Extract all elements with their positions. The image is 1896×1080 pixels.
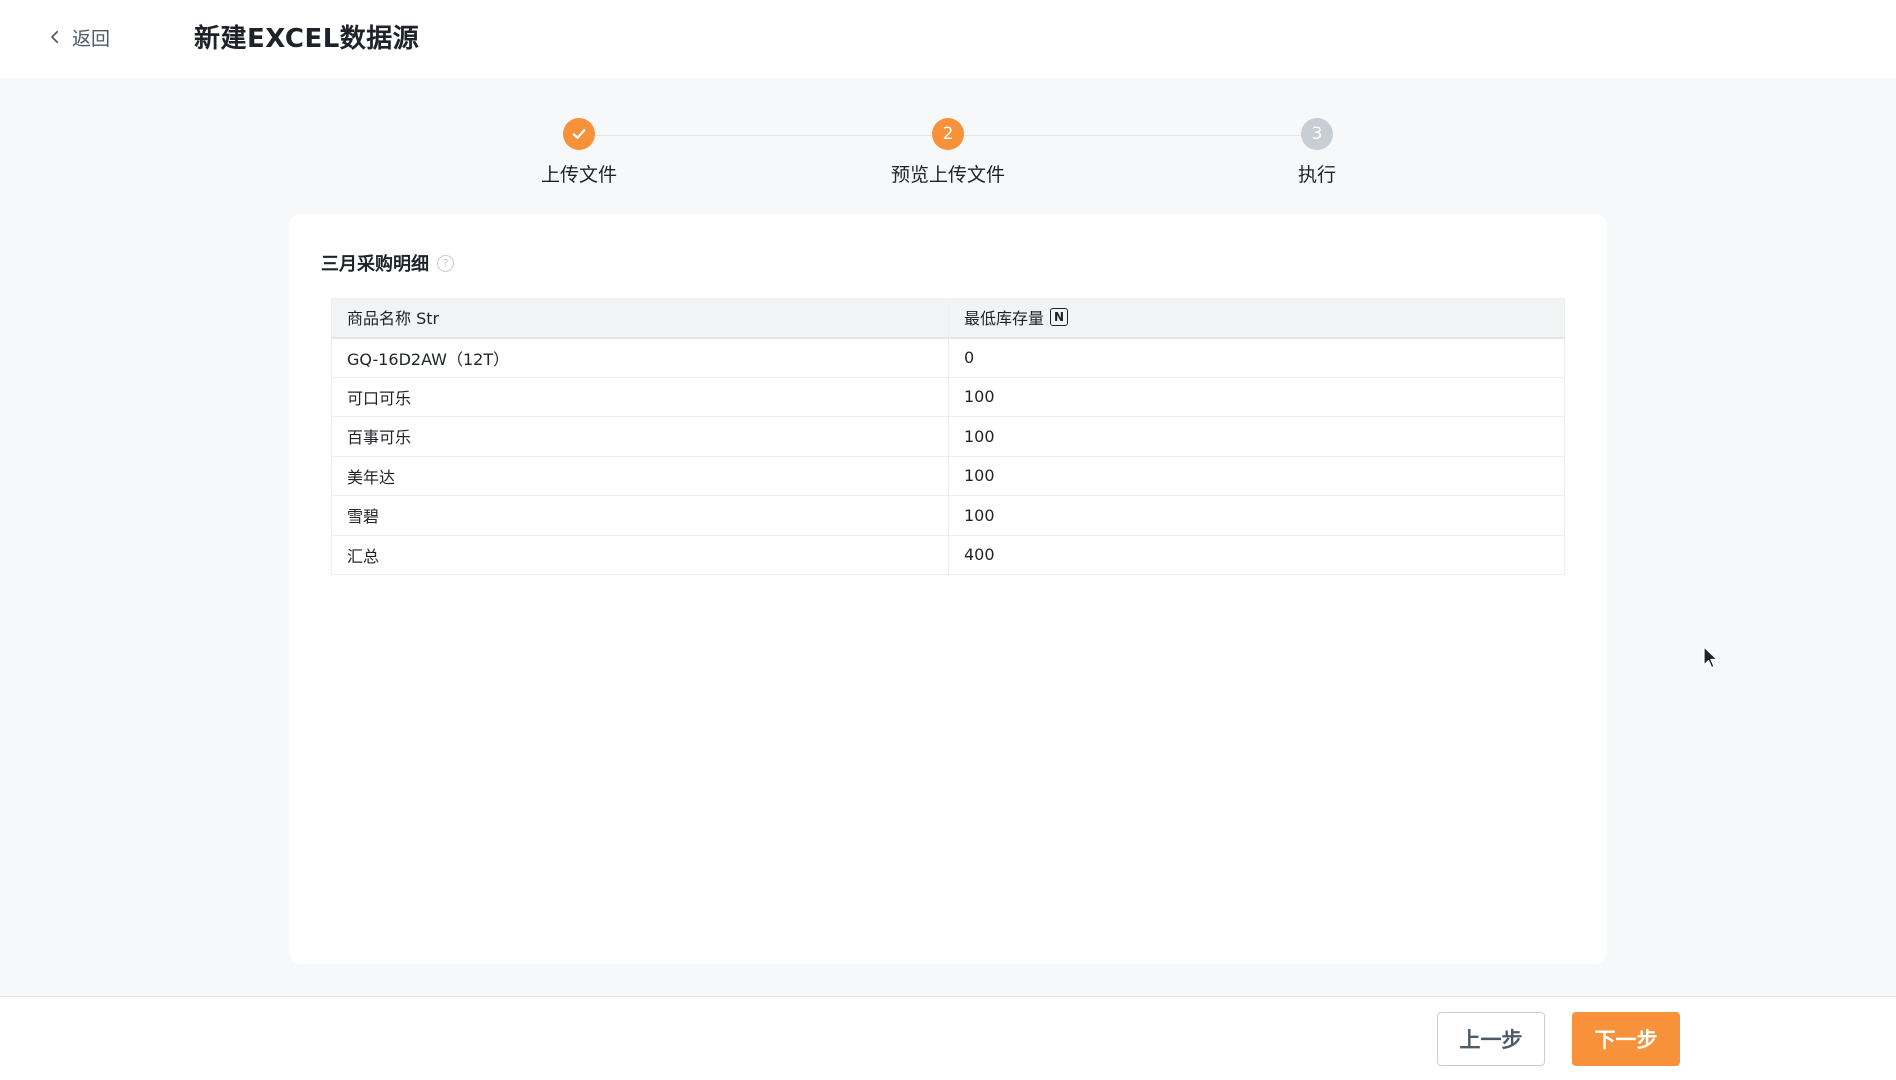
table-cell: 美年达: [331, 456, 949, 496]
step-label: 上传文件: [540, 164, 617, 186]
table-row: 美年达 100: [331, 456, 1565, 496]
table-row: 汇总 400: [331, 535, 1565, 575]
step-number: 3: [1301, 118, 1333, 150]
card-title-text: 三月采购明细: [321, 254, 429, 275]
table-cell: 0: [948, 337, 1565, 378]
column-header-label: 最低库存量: [964, 309, 1045, 329]
card-title: 三月采购明细 ?: [321, 250, 454, 276]
question-circle-icon[interactable]: ?: [437, 254, 454, 272]
chevron-left-icon: [51, 30, 59, 44]
page-title: 新建EXCEL数据源: [194, 24, 420, 54]
table-cell: 100: [948, 456, 1565, 496]
previous-step-button[interactable]: 上一步: [1437, 1012, 1545, 1066]
table-row: 雪碧 100: [331, 495, 1565, 536]
table-cell: 100: [948, 495, 1565, 536]
table-cell: 可口可乐: [331, 377, 949, 417]
back-link[interactable]: 返回: [46, 22, 110, 52]
number-type-icon: N: [1050, 308, 1069, 327]
check-icon: [563, 118, 595, 150]
preview-table: 商品名称 Str 最低库存量 N GQ-16D2AW（12T） 0 可口可乐 1…: [331, 298, 1565, 575]
step-upload: 上传文件: [469, 118, 689, 187]
table-cell: GQ-16D2AW（12T）: [331, 337, 949, 378]
back-label: 返回: [72, 27, 111, 50]
table-header-row: 商品名称 Str 最低库存量 N: [331, 298, 1565, 339]
step-label: 预览上传文件: [890, 164, 1005, 186]
table-cell: 汇总: [331, 535, 949, 575]
step-label: 执行: [1297, 164, 1336, 186]
table-row: GQ-16D2AW（12T） 0: [331, 337, 1565, 378]
mouse-cursor-icon: [1703, 646, 1718, 669]
step-execute: 3 执行: [1207, 118, 1427, 187]
page-header: 返回 新建EXCEL数据源: [0, 0, 1896, 78]
page-footer: 上一步 下一步: [0, 996, 1896, 1080]
table-cell: 100: [948, 416, 1565, 457]
preview-card: 三月采购明细 ? 商品名称 Str 最低库存量 N GQ-16D2AW（12T）…: [289, 214, 1607, 964]
column-header-label: 商品名称 Str: [347, 309, 440, 329]
next-step-button[interactable]: 下一步: [1572, 1012, 1680, 1066]
table-cell: 100: [948, 377, 1565, 417]
column-header-min-stock: 最低库存量 N: [948, 298, 1565, 339]
column-header-product-name: 商品名称 Str: [331, 298, 949, 339]
table-row: 百事可乐 100: [331, 416, 1565, 457]
table-cell: 雪碧: [331, 495, 949, 536]
table-row: 可口可乐 100: [331, 377, 1565, 417]
table-cell: 400: [948, 535, 1565, 575]
table-cell: 百事可乐: [331, 416, 949, 457]
step-number: 2: [932, 118, 964, 150]
step-preview: 2 预览上传文件: [838, 118, 1058, 187]
